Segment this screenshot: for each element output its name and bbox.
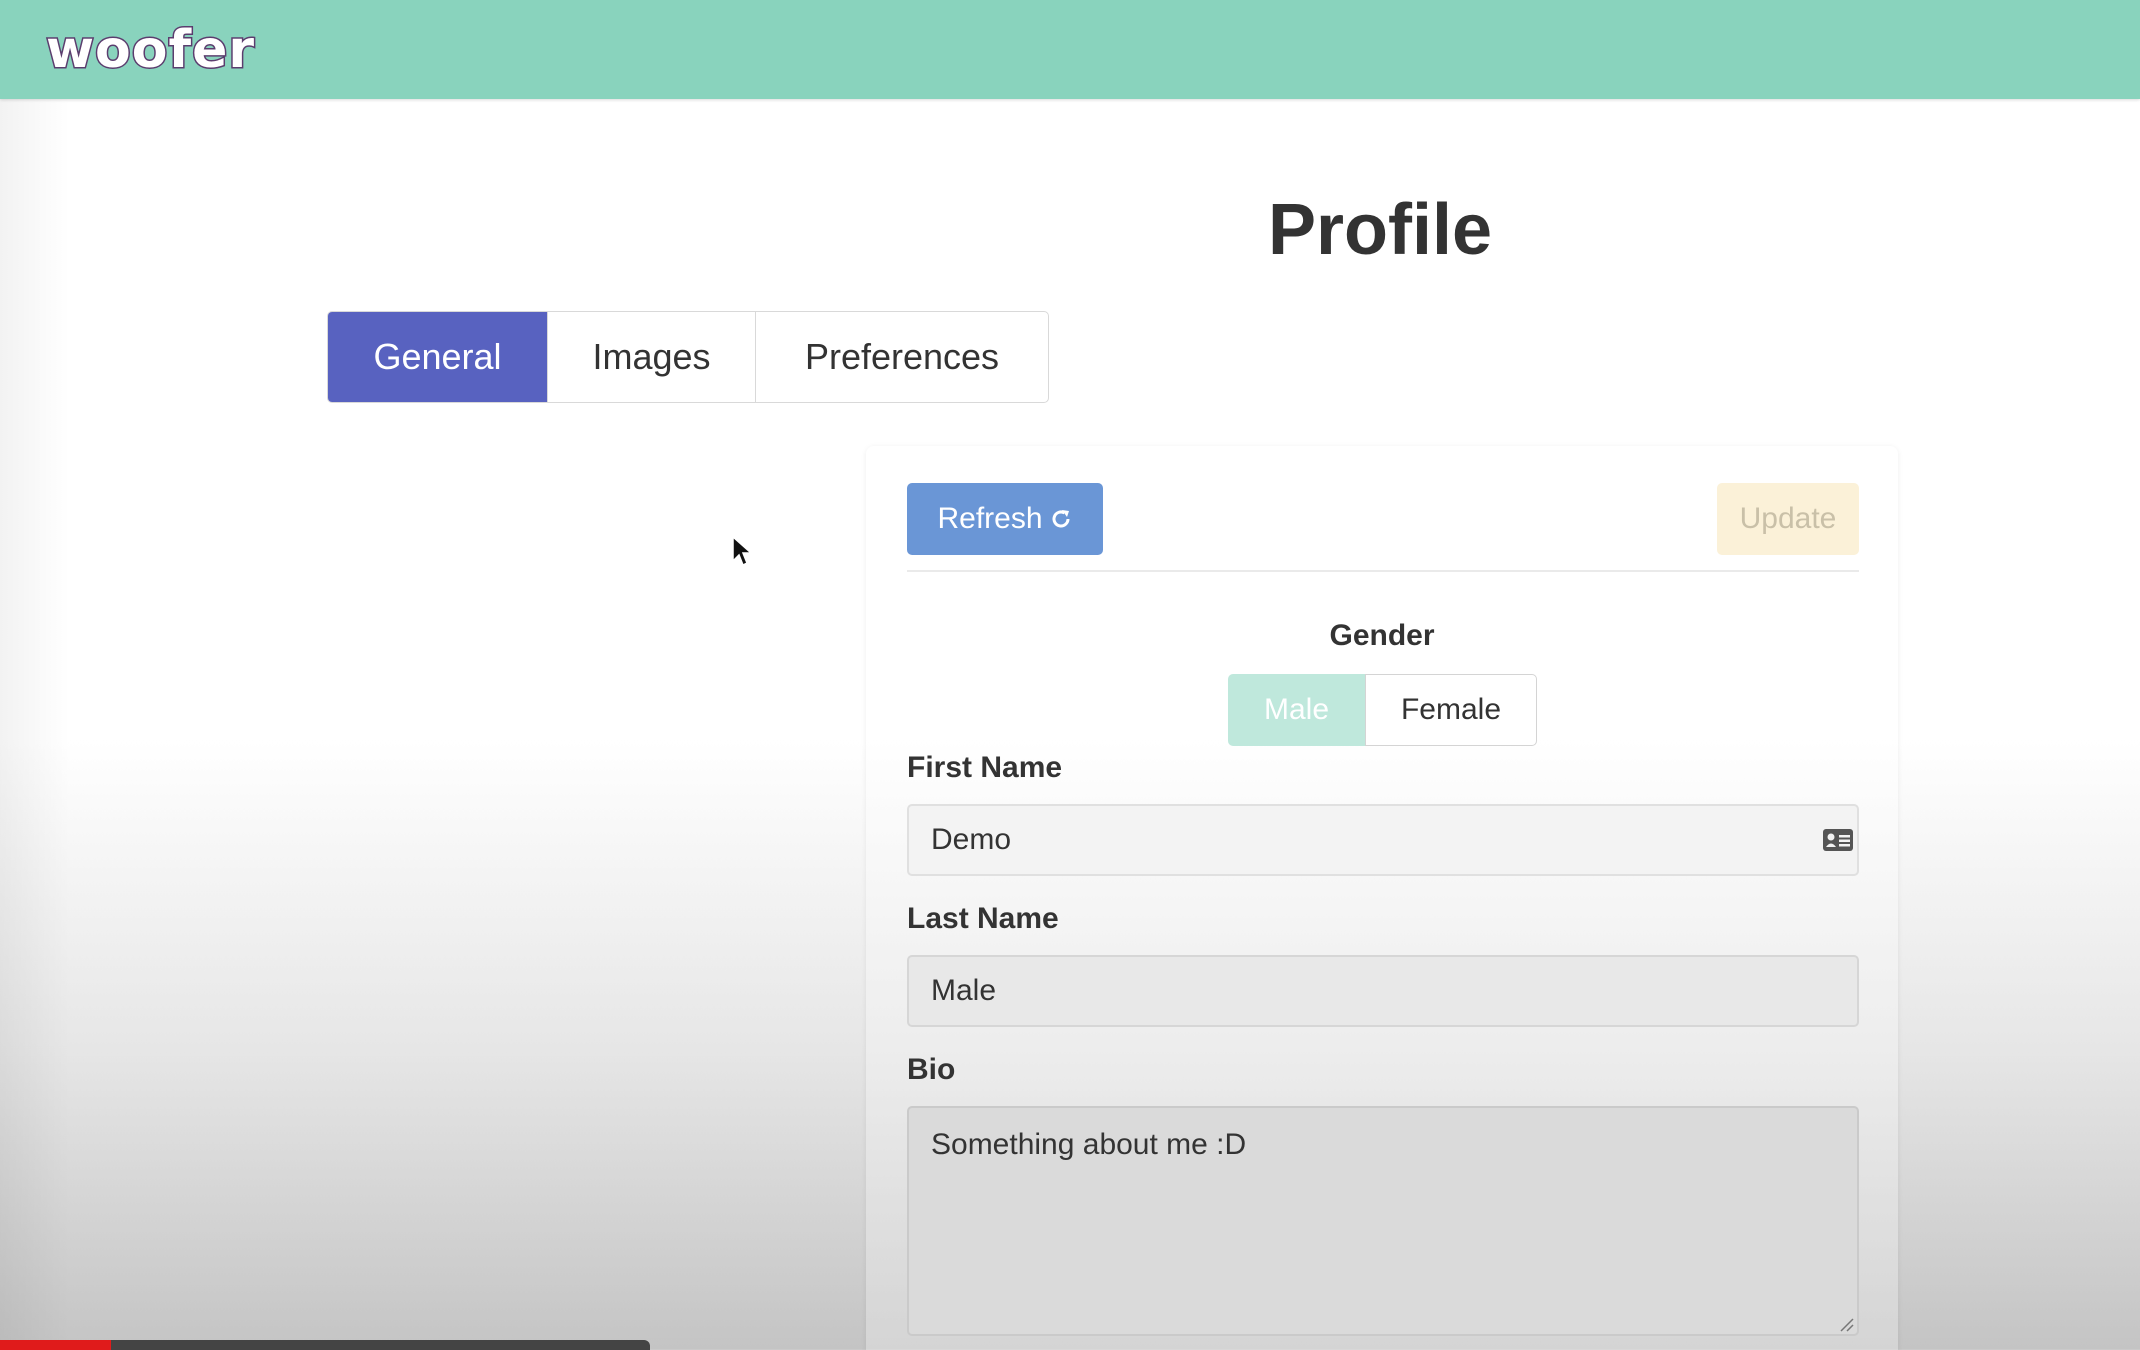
gender-label: Gender: [1329, 619, 1435, 652]
toolbar-divider: [907, 570, 1859, 572]
gender-female-button[interactable]: Female: [1365, 674, 1537, 746]
bio-label: Bio: [907, 1053, 956, 1086]
refresh-icon: [1052, 510, 1070, 528]
woofer-logo[interactable]: woofer: [44, 19, 255, 82]
video-progress-fill: [0, 1340, 111, 1350]
refresh-button[interactable]: Refresh: [907, 483, 1103, 555]
page-edge-shadow: [0, 99, 70, 1350]
last-name-label: Last Name: [907, 902, 1059, 935]
last-name-field[interactable]: [907, 955, 1859, 1027]
update-button[interactable]: Update: [1717, 483, 1859, 555]
resize-handle-icon[interactable]: [1838, 1316, 1854, 1332]
video-progress-bar[interactable]: [0, 1340, 650, 1350]
id-card-icon: [1823, 829, 1853, 851]
first-name-label: First Name: [907, 751, 1063, 784]
top-navbar: woofer: [0, 0, 2140, 99]
first-name-field[interactable]: [907, 804, 1859, 876]
gender-toggle-group: Male Female: [1228, 674, 1537, 746]
profile-tabs: General Images Preferences: [327, 311, 1049, 403]
tab-preferences[interactable]: Preferences: [756, 312, 1048, 402]
bio-textarea[interactable]: Something about me :D: [907, 1106, 1859, 1336]
tab-images[interactable]: Images: [548, 312, 756, 402]
tab-general[interactable]: General: [328, 312, 548, 402]
page-title: Profile: [1267, 190, 1493, 270]
refresh-button-label: Refresh: [937, 502, 1043, 535]
gender-male-button[interactable]: Male: [1228, 674, 1365, 746]
mouse-pointer-icon: [732, 535, 753, 567]
